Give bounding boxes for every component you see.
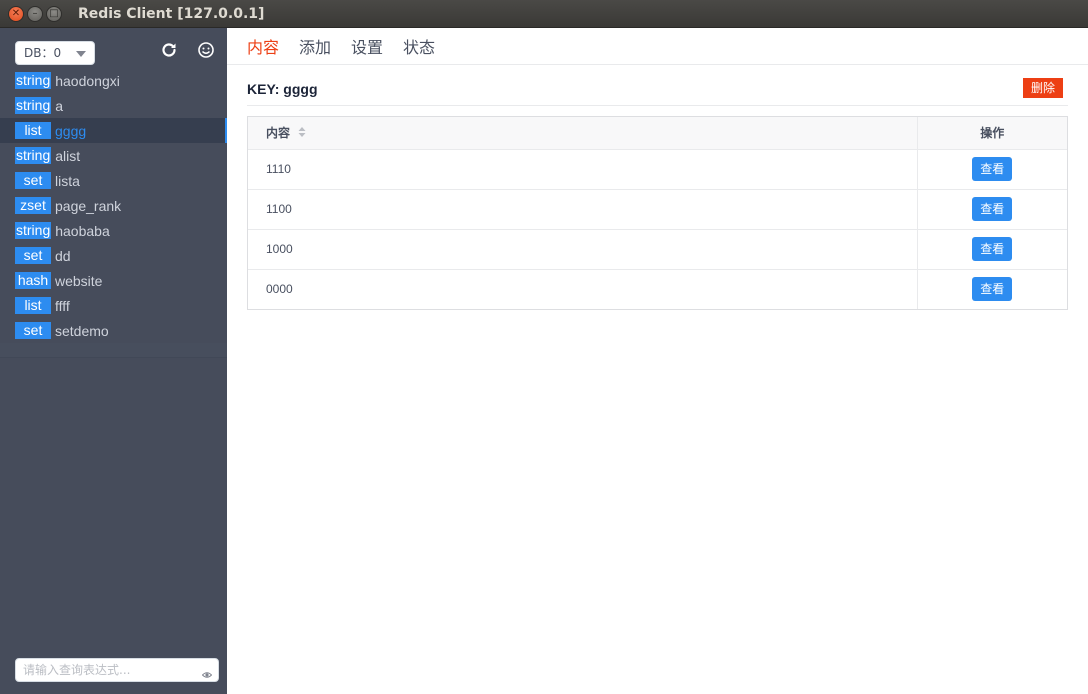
- tab-settings[interactable]: 设置: [351, 34, 383, 64]
- key-name: haobaba: [55, 222, 110, 239]
- key-name: lista: [55, 172, 80, 189]
- key-type-badge: string: [15, 97, 52, 114]
- table-cell-actions: 查看: [916, 189, 1067, 230]
- window-title: Redis Client [127.0.0.1]: [78, 5, 265, 22]
- key-item-ffff[interactable]: list ffff: [0, 293, 227, 318]
- key-item-gggg[interactable]: list gggg: [0, 118, 227, 143]
- window-titlebar: ✕ – □ Redis Client [127.0.0.1]: [0, 0, 1088, 28]
- key-type-badge: list: [15, 297, 51, 314]
- view-button[interactable]: 查看: [972, 197, 1013, 221]
- column-header-content[interactable]: 内容: [248, 117, 917, 150]
- key-item-page-rank[interactable]: zset page_rank: [0, 193, 227, 218]
- window-close-button[interactable]: ✕: [8, 5, 24, 22]
- smiley-icon[interactable]: [196, 41, 216, 61]
- key-name: website: [55, 272, 103, 289]
- key-name: setdemo: [55, 322, 109, 339]
- table-cell-actions: 查看: [916, 149, 1067, 190]
- key-name: alist: [55, 147, 81, 164]
- view-button[interactable]: 查看: [972, 277, 1013, 302]
- eye-icon[interactable]: [201, 665, 213, 678]
- table-row: 1000 查看: [248, 229, 1067, 270]
- delete-button[interactable]: 删除: [1023, 78, 1063, 98]
- key-item-website[interactable]: hash website: [0, 268, 227, 293]
- tab-bar: 内容 添加 设置 状态: [227, 28, 1088, 65]
- table-cell-actions: 查看: [916, 229, 1067, 270]
- table-header-row: 内容 操作: [248, 117, 1067, 150]
- db-select[interactable]: DB：0: [15, 41, 95, 65]
- search-input[interactable]: [16, 659, 196, 681]
- key-item-a[interactable]: string a: [0, 93, 227, 118]
- content-table: 内容 操作 1110 查看 1100 查看 1000 查看 0000 查看: [247, 116, 1068, 310]
- table-row: 0000 查看: [248, 269, 1067, 309]
- key-list: string haodongxi string a list gggg stri…: [0, 68, 227, 343]
- table-cell-value: 1110: [248, 149, 917, 190]
- db-select-value: DB：0: [24, 46, 62, 60]
- table-cell-actions: 查看: [916, 269, 1067, 309]
- table-row: 1100 查看: [248, 189, 1067, 230]
- window-minimize-button[interactable]: –: [27, 5, 43, 22]
- key-type-badge: zset: [15, 197, 51, 214]
- refresh-icon[interactable]: [159, 41, 179, 61]
- key-list-footer: [0, 343, 227, 358]
- key-name: ffff: [55, 297, 70, 314]
- key-type-badge: string: [15, 222, 52, 239]
- key-name: a: [55, 97, 64, 114]
- key-type-badge: set: [15, 247, 51, 264]
- key-item-haobaba[interactable]: string haobaba: [0, 218, 227, 243]
- chevron-down-icon: [76, 51, 86, 57]
- window-maximize-button[interactable]: □: [46, 5, 62, 22]
- key-name: haodongxi: [55, 72, 120, 89]
- table-cell-value: 1100: [248, 189, 917, 230]
- key-item-setdemo[interactable]: set setdemo: [0, 318, 227, 343]
- view-button[interactable]: 查看: [972, 237, 1013, 261]
- sidebar: DB：0 string haodongxi string a list gggg…: [0, 28, 227, 694]
- main-panel: 内容 添加 设置 状态 KEY: gggg 删除 内容 操作 1110 查看 1…: [227, 28, 1088, 694]
- key-name: page_rank: [55, 197, 122, 214]
- search-box[interactable]: [15, 658, 219, 682]
- key-type-badge: hash: [15, 272, 51, 289]
- key-name: dd: [55, 247, 71, 264]
- column-header-label: 内容: [266, 126, 291, 141]
- key-item-dd[interactable]: set dd: [0, 243, 227, 268]
- table-row: 1110 查看: [248, 149, 1067, 190]
- sort-icon[interactable]: [298, 126, 306, 141]
- key-type-badge: list: [15, 122, 51, 139]
- table-cell-value: 0000: [266, 282, 293, 297]
- key-type-badge: set: [15, 172, 51, 189]
- key-title: KEY: gggg: [247, 81, 318, 97]
- view-button[interactable]: 查看: [972, 157, 1013, 181]
- key-name: gggg: [55, 122, 87, 139]
- tab-add[interactable]: 添加: [299, 34, 331, 64]
- key-type-badge: set: [15, 322, 51, 339]
- key-item-haodongxi[interactable]: string haodongxi: [0, 68, 227, 93]
- key-type-badge: string: [15, 72, 52, 89]
- key-item-alist[interactable]: string alist: [0, 143, 227, 168]
- key-item-lista[interactable]: set lista: [0, 168, 227, 193]
- tab-content[interactable]: 内容: [247, 34, 279, 64]
- key-header: KEY: gggg 删除: [247, 77, 1068, 106]
- key-type-badge: string: [15, 147, 52, 164]
- column-header-actions: 操作: [916, 117, 1067, 150]
- tab-status[interactable]: 状态: [403, 34, 435, 64]
- table-cell-value: 1000: [248, 229, 917, 270]
